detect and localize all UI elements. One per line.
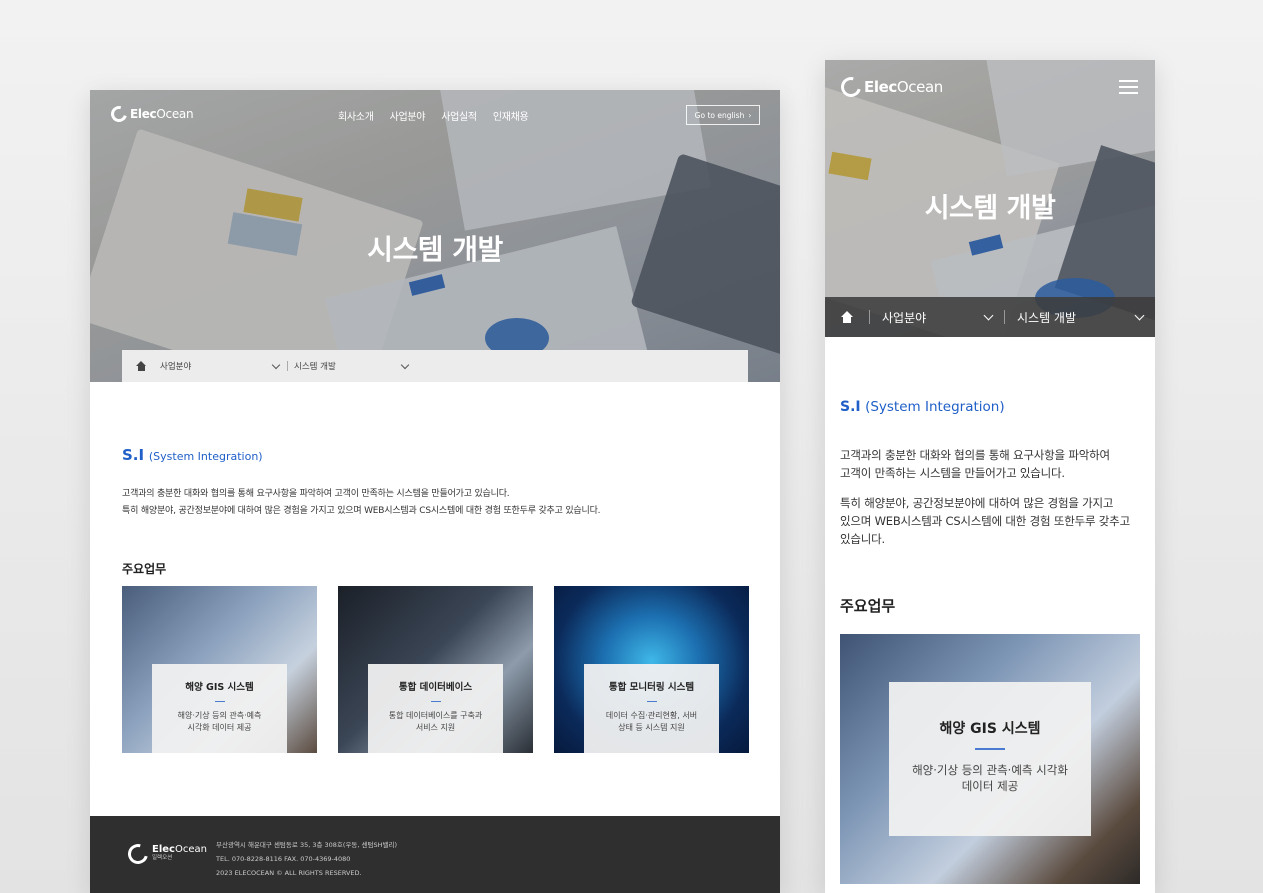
logo-ring-icon [124, 840, 152, 868]
task-card-desc-line: 상태 등 시스템 지원 [618, 723, 685, 732]
hamburger-menu-icon[interactable] [1119, 80, 1138, 94]
home-icon [840, 311, 854, 323]
mobile-description-paragraph: 특히 해양분야, 공간정보분야에 대하여 많은 경험을 가지고 있으며 WEB시… [840, 494, 1145, 548]
si-abbr: S.I [840, 399, 861, 415]
task-card-box: 해양 GIS 시스템 해양·기상 등의 관측·예측 시각화 데이터 제공 [152, 664, 287, 753]
breadcrumb-dropdown-page[interactable]: 시스템 개발 [294, 360, 414, 372]
task-card-desc: 해양·기상 등의 관측·예측 시각화 데이터 제공 [152, 710, 287, 734]
nav-item-business[interactable]: 사업분야 [390, 108, 426, 123]
hero-banner: ElecOcean 회사소개 사업분야 사업실적 인재채용 Go to engl… [90, 90, 780, 382]
nav-item-recruit[interactable]: 인재채용 [493, 108, 529, 123]
page-title: 시스템 개발 [367, 233, 503, 266]
task-card-desc-line: 서비스 지원 [415, 723, 456, 732]
mobile-page-title: 시스템 개발 [924, 193, 1056, 224]
go-english-button[interactable]: Go to english › [686, 105, 760, 125]
task-card-desc-line: 시각화 데이터 제공 [187, 723, 252, 732]
site-footer: ElecOcean 일렉오션 부산광역시 해운대구 센텀동로 35, 3층 30… [90, 816, 780, 893]
si-abbr: S.I [122, 446, 145, 464]
task-card-title: 통합 데이터베이스 [398, 682, 473, 693]
task-card-database[interactable]: 통합 데이터베이스 통합 데이터베이스를 구축과 서비스 지원 [338, 586, 533, 753]
task-card-box: 통합 모니터링 시스템 데이터 수집·관리현황, 서버 상태 등 시스템 지원 [584, 664, 719, 753]
task-card-divider [214, 701, 225, 702]
description-line: 있습니다. [840, 532, 885, 546]
breadcrumb: 사업분야 시스템 개발 [122, 350, 748, 382]
task-card-desc: 통합 데이터베이스를 구축과 서비스 지원 [368, 710, 503, 734]
main-tasks-heading: 주요업무 [122, 562, 167, 576]
home-icon [135, 361, 147, 371]
breadcrumb-category-label: 사업분야 [882, 310, 927, 325]
site-logo[interactable]: ElecOcean [108, 103, 194, 125]
task-card-box: 통합 데이터베이스 통합 데이터베이스를 구축과 서비스 지원 [368, 664, 503, 753]
footer-copyright: 2023 ELECOCEAN © ALL RIGHTS RESERVED. [216, 869, 362, 877]
mobile-description-paragraph: 고객과의 충분한 대화와 협의를 통해 요구사항을 파악하여 고객이 만족하는 … [840, 446, 1145, 482]
logo-text: ElecOcean [130, 107, 194, 121]
footer-info: 부산광역시 해운대구 센텀동로 35, 3층 308호(우동, 센텀SH밸리) … [216, 838, 397, 880]
breadcrumb-page-label: 시스템 개발 [1017, 310, 1077, 325]
chevron-down-icon [1134, 310, 1145, 320]
mobile-task-card-gis[interactable]: 해양 GIS 시스템 해양·기상 등의 관측·예측 시각화 데이터 제공 [840, 634, 1140, 884]
task-card-desc-line: 해양·기상 등의 관측·예측 시각화 [912, 762, 1068, 777]
si-full: (System Integration) [148, 450, 263, 463]
chevron-down-icon [400, 360, 410, 369]
task-card-desc-line: 데이터 제공 [961, 778, 1019, 793]
mobile-breadcrumb: 사업분야 시스템 개발 [825, 297, 1155, 337]
section-description: 고객과의 충분한 대화와 협의를 통해 요구사항을 파악하여 고객이 만족하는 … [122, 486, 601, 520]
task-card-gis[interactable]: 해양 GIS 시스템 해양·기상 등의 관측·예측 시각화 데이터 제공 [122, 586, 317, 753]
mobile-mockup: ElecOcean 시스템 개발 사업분야 시스템 개발 S.I (System… [825, 60, 1155, 893]
footer-logo-sub: 일렉오션 [152, 855, 173, 861]
description-line: 특히 해양분야, 공간정보분야에 대하여 많은 경험을 가지고 있으며 WEB시… [122, 506, 601, 516]
footer-logo-text: ElecOcean 일렉오션 [152, 844, 207, 862]
task-card-title: 통합 모니터링 시스템 [608, 682, 695, 693]
breadcrumb-dropdown-page[interactable]: 시스템 개발 [1005, 309, 1155, 326]
task-card-desc-line: 해양·기상 등의 관측·예측 [177, 711, 262, 720]
task-card-box: 해양 GIS 시스템 해양·기상 등의 관측·예측 시각화 데이터 제공 [889, 682, 1091, 836]
si-full: (System Integration) [865, 399, 1005, 415]
breadcrumb-dropdown-category[interactable]: 사업분야 [160, 360, 285, 372]
task-card-title: 해양 GIS 시스템 [939, 721, 1041, 737]
breadcrumb-home[interactable] [825, 311, 869, 323]
task-card-title: 해양 GIS 시스템 [185, 682, 254, 693]
nav-item-company[interactable]: 회사소개 [338, 108, 374, 123]
go-english-label: Go to english [694, 110, 745, 120]
logo-text: ElecOcean [864, 78, 943, 96]
breadcrumb-divider [287, 361, 288, 371]
footer-address: 부산광역시 해운대구 센텀동로 35, 3층 308호(우동, 센텀SH밸리) [216, 841, 398, 849]
task-card-desc-line: 데이터 수집·관리현황, 서버 [605, 711, 698, 720]
footer-contact: TEL. 070-8228-8116 FAX. 070-4369-4080 [216, 855, 351, 863]
mobile-hero-banner: ElecOcean 시스템 개발 사업분야 시스템 개발 [825, 60, 1155, 337]
breadcrumb-dropdown-category[interactable]: 사업분야 [870, 309, 1004, 326]
nav-item-performance[interactable]: 사업실적 [441, 108, 477, 123]
description-line: 고객과의 충분한 대화와 협의를 통해 요구사항을 파악하여 [840, 448, 1110, 462]
desktop-mockup: ElecOcean 회사소개 사업분야 사업실적 인재채용 Go to engl… [90, 90, 780, 893]
mobile-site-logo[interactable]: ElecOcean [837, 73, 943, 101]
task-card-desc: 데이터 수집·관리현황, 서버 상태 등 시스템 지원 [584, 710, 719, 734]
task-card-desc-line: 통합 데이터베이스를 구축과 [388, 711, 483, 720]
task-card-divider [975, 748, 1005, 750]
section-heading: S.I (System Integration) [122, 446, 263, 464]
main-nav: 회사소개 사업분야 사업실적 인재채용 [338, 108, 529, 123]
task-card-list: 해양 GIS 시스템 해양·기상 등의 관측·예측 시각화 데이터 제공 통합 … [122, 586, 749, 753]
chevron-down-icon [271, 360, 281, 369]
chevron-right-icon: › [748, 110, 752, 120]
description-line: 고객이 만족하는 시스템을 만들어가고 있습니다. [840, 466, 1065, 480]
mobile-main-tasks-heading: 주요업무 [840, 597, 896, 615]
footer-logo: ElecOcean 일렉오션 [124, 840, 207, 868]
logo-ring-icon [108, 103, 130, 125]
breadcrumb-page-label: 시스템 개발 [294, 362, 336, 372]
task-card-monitoring[interactable]: 통합 모니터링 시스템 데이터 수집·관리현황, 서버 상태 등 시스템 지원 [554, 586, 749, 753]
mobile-section-heading: S.I (System Integration) [840, 399, 1005, 415]
description-line: 고객과의 충분한 대화와 협의를 통해 요구사항을 파악하여 고객이 만족하는 … [122, 489, 510, 499]
task-card-divider [646, 701, 657, 702]
breadcrumb-home[interactable] [122, 361, 160, 371]
task-card-divider [430, 701, 441, 702]
description-line: 있으며 WEB시스템과 CS시스템에 대한 경험 또한두루 갖추고 [840, 514, 1130, 528]
chevron-down-icon [983, 310, 994, 320]
breadcrumb-category-label: 사업분야 [160, 362, 192, 372]
task-card-desc: 해양·기상 등의 관측·예측 시각화 데이터 제공 [889, 762, 1091, 794]
logo-ring-icon [837, 73, 865, 101]
description-line: 특히 해양분야, 공간정보분야에 대하여 많은 경험을 가지고 [840, 496, 1114, 510]
